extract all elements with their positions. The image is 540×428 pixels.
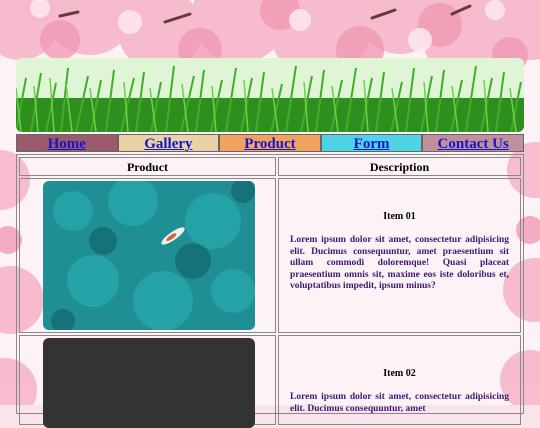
nav-link-gallery[interactable]: Gallery [117,134,220,152]
table-row-2-product-cell [19,335,276,428]
product-table: Product Description Item 01 Lorem ipsum … [16,154,524,428]
product-image-boat [43,181,255,330]
grass-banner-image [16,58,524,132]
item-title: Item 02 [383,368,416,379]
item-title: Item 01 [383,211,416,222]
table-header-description: Description [278,157,521,176]
item-description: Lorem ipsum dolor sit amet, consectetur … [290,392,509,414]
nav-link-form[interactable]: Form [320,134,423,152]
table-row-1-description-cell: Item 01 Lorem ipsum dolor sit amet, cons… [278,178,521,333]
table-row-2-description-cell: Item 02 Lorem ipsum dolor sit amet, cons… [278,335,521,425]
main-nav: Home Gallery Product Form Contact Us [16,134,524,152]
item-description: Lorem ipsum dolor sit amet, consectetur … [290,235,509,291]
product-image-placeholder [43,338,255,428]
nav-link-contact-us[interactable]: Contact Us [422,134,524,152]
nav-link-product[interactable]: Product [219,134,321,152]
table-header-product: Product [19,157,276,176]
nav-link-home[interactable]: Home [16,134,118,152]
table-row-1-product-cell [19,178,276,333]
